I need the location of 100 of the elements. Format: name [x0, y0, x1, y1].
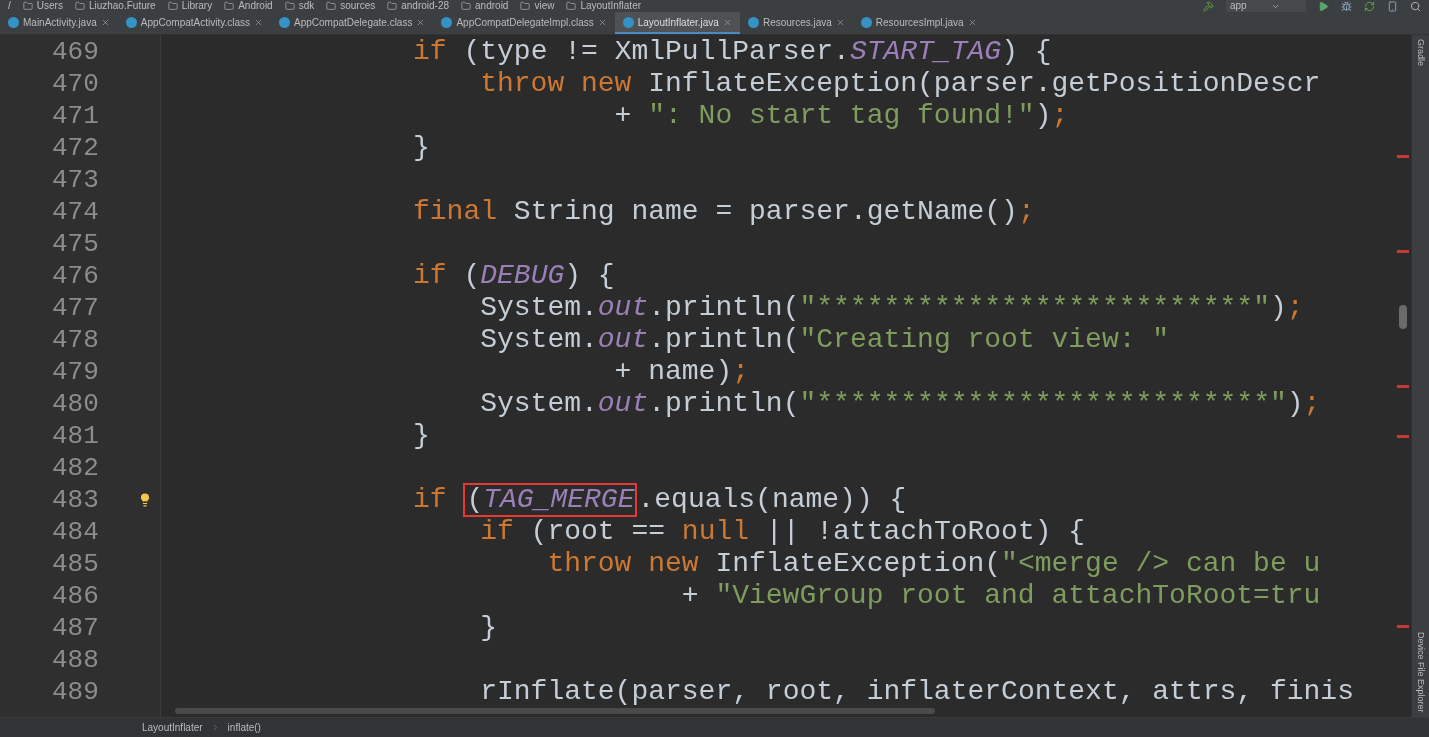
line-number: 474	[52, 196, 99, 228]
error-stripe-mark	[1397, 250, 1409, 253]
editor-tab[interactable]: AppCompatActivity.class	[117, 12, 272, 34]
code-line: }	[413, 420, 430, 452]
editor-tab[interactable]: AppCompatDelegate.class	[271, 12, 434, 34]
path-segment[interactable]: LayoutInflater	[580, 0, 642, 12]
close-icon[interactable]	[722, 17, 732, 27]
code-line: throw new InflateException("<merge /> can be u	[547, 548, 1321, 580]
line-number: 477	[52, 292, 99, 324]
folder-icon	[326, 1, 337, 11]
line-number: 482	[52, 452, 99, 484]
code-line: rInflate(parser, root, inflaterContext, attrs, finis	[480, 676, 1354, 708]
folder-icon	[22, 1, 33, 11]
line-number: 475	[52, 228, 99, 260]
line-number: 479	[52, 356, 99, 388]
sync-icon[interactable]	[1364, 0, 1375, 12]
close-icon[interactable]	[835, 17, 845, 27]
path-segment[interactable]: view	[534, 0, 555, 12]
line-number: 484	[52, 516, 99, 548]
code-line: }	[480, 612, 497, 644]
error-stripe-mark	[1397, 155, 1409, 158]
line-number: 471	[52, 100, 99, 132]
code-line: throw new InflateException(parser.getPositionDescr	[480, 68, 1321, 100]
code-line: if (type != XmlPullParser.START_TAG) {	[413, 36, 1052, 68]
path-segment[interactable]: /	[8, 0, 11, 12]
path-segment[interactable]: sdk	[298, 0, 315, 12]
bug-icon[interactable]	[1341, 0, 1352, 12]
code-line: System.out.println("Creating root view: "	[480, 324, 1170, 356]
class-icon	[622, 16, 634, 28]
lightbulb-icon[interactable]	[138, 493, 152, 507]
code-line: if (DEBUG) {	[413, 260, 615, 292]
line-number: 481	[52, 420, 99, 452]
path-segment[interactable]: Android	[238, 0, 273, 12]
run-config-dropdown[interactable]: app	[1226, 0, 1306, 12]
line-number: 480	[52, 388, 99, 420]
code-line: System.out.println("***************************");	[480, 388, 1321, 420]
close-icon[interactable]	[254, 17, 264, 27]
class-icon	[441, 16, 453, 28]
error-stripe-mark	[1397, 625, 1409, 628]
line-number: 487	[52, 612, 99, 644]
breadcrumb-item[interactable]: LayoutInflater	[142, 720, 203, 735]
code-line: + "ViewGroup root and attachToRoot=tru	[681, 580, 1321, 612]
code-line: if (root == null || !attachToRoot) {	[480, 516, 1086, 548]
code-line: + name);	[614, 356, 750, 388]
code-line: + ": No start tag found!");	[614, 100, 1069, 132]
line-number: 483	[52, 484, 99, 516]
horizontal-scrollbar[interactable]	[175, 708, 935, 714]
folder-icon	[74, 1, 85, 11]
line-number: 478	[52, 324, 99, 356]
code-line: System.out.println("**************************");	[480, 292, 1304, 324]
code-line: final String name = parser.getName();	[413, 196, 1035, 228]
close-icon[interactable]	[100, 17, 110, 27]
hammer-icon[interactable]	[1203, 0, 1214, 12]
tool-window-tab[interactable]: Gradle	[1413, 39, 1428, 66]
line-number: 476	[52, 260, 99, 292]
folder-icon	[461, 1, 472, 11]
editor-tab[interactable]: AppCompatDelegateImpl.class	[433, 12, 615, 34]
folder-icon	[284, 1, 295, 11]
line-number: 473	[52, 164, 99, 196]
vertical-scrollbar[interactable]	[1399, 305, 1407, 329]
close-icon[interactable]	[967, 17, 977, 27]
path-segment[interactable]: sources	[340, 0, 376, 12]
folder-icon	[566, 1, 577, 11]
path-segment[interactable]: Liuzhao.Future	[88, 0, 156, 12]
path-segment[interactable]: Users	[36, 0, 63, 12]
close-icon[interactable]	[416, 17, 426, 27]
line-number: 469	[52, 36, 99, 68]
line-number: 488	[52, 644, 99, 676]
class-icon	[860, 16, 872, 28]
search-icon[interactable]	[1410, 0, 1421, 12]
path-segment[interactable]: Library	[181, 0, 213, 12]
class-icon	[8, 16, 19, 28]
code-line: if (TAG_MERGE.equals(name)) {	[413, 483, 907, 517]
class-icon	[279, 16, 291, 28]
path-segment[interactable]: android	[475, 0, 509, 12]
error-stripe-mark	[1397, 385, 1409, 388]
folder-icon	[167, 1, 178, 11]
breadcrumb-item[interactable]: inflate()	[227, 720, 261, 735]
tool-window-tab[interactable]: Device File Explorer	[1413, 632, 1428, 713]
error-stripe-mark	[1397, 435, 1409, 438]
folder-icon	[520, 1, 531, 11]
line-number: 486	[52, 580, 99, 612]
line-number: 489	[52, 676, 99, 708]
line-number: 485	[52, 548, 99, 580]
editor-tab[interactable]: MainActivity.java	[0, 12, 118, 34]
line-number: 470	[52, 68, 99, 100]
close-icon[interactable]	[597, 17, 607, 27]
editor-tab[interactable]: LayoutInflater.java	[614, 12, 740, 34]
editor-tab[interactable]: ResourcesImpl.java	[852, 12, 985, 34]
class-icon	[125, 16, 137, 28]
line-number: 472	[52, 132, 99, 164]
class-icon	[747, 16, 759, 28]
path-segment[interactable]: android-28	[401, 0, 450, 12]
code-line: }	[413, 132, 430, 164]
phone-icon[interactable]	[1387, 0, 1398, 12]
highlight-box: (TAG_MERGE	[463, 483, 638, 517]
editor-tab[interactable]: Resources.java	[739, 12, 853, 34]
folder-icon	[387, 1, 398, 11]
run-icon[interactable]	[1318, 0, 1329, 12]
folder-icon	[224, 1, 235, 11]
